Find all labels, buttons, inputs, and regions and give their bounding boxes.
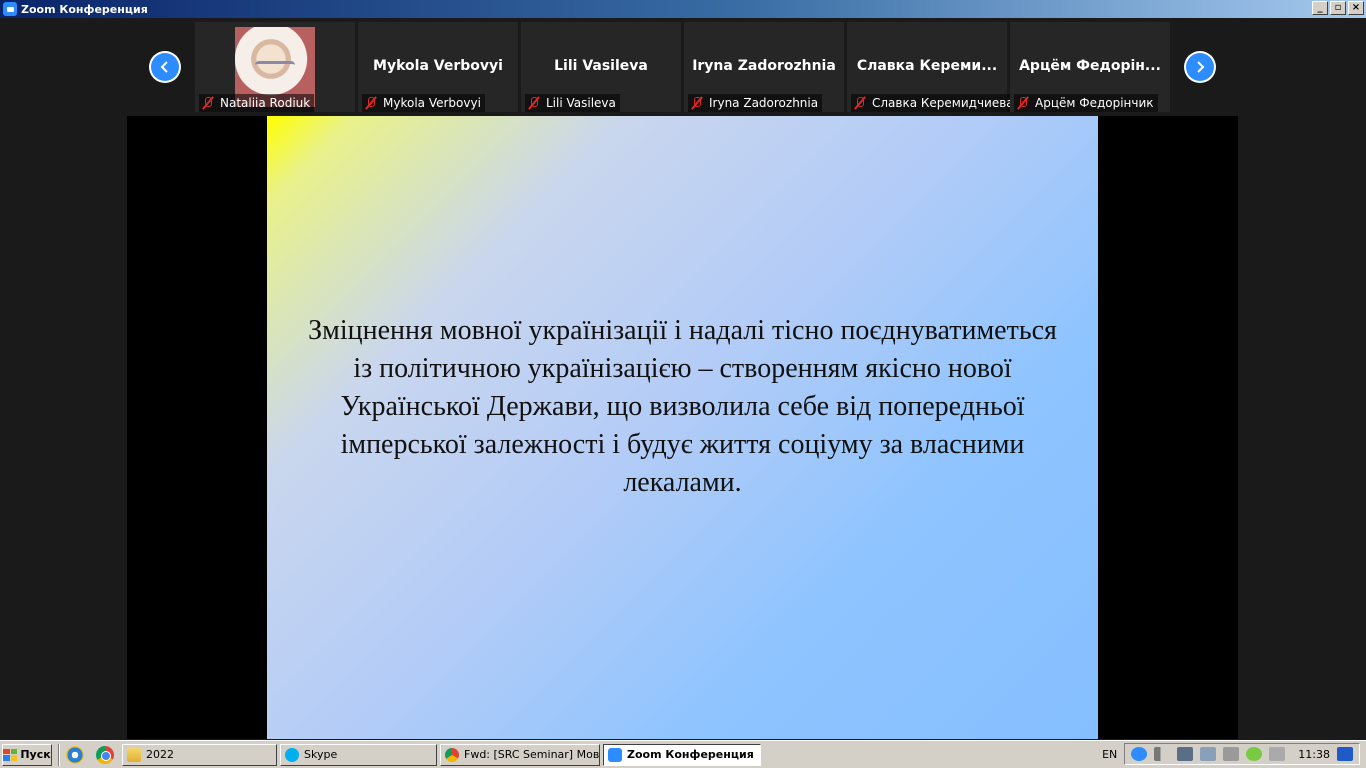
- window-controls: _ ▫ ×: [1312, 1, 1364, 15]
- participant-name: Iryna Zadorozhnia: [709, 96, 819, 110]
- participant-name-label: Славка Керемидчиева: [851, 94, 1018, 112]
- participant-tile[interactable]: Арцём Федорін... Арцём Федорінчик: [1010, 22, 1170, 112]
- participant-name: Mykola Verbovyi: [383, 96, 481, 110]
- internet-explorer-icon[interactable]: [66, 745, 84, 764]
- participant-name-label: Mykola Verbovyi: [362, 94, 485, 112]
- microphone-muted-icon: [364, 96, 378, 110]
- participant-display-name: Арцём Федорін...: [1019, 58, 1161, 74]
- taskbar-separator: [58, 743, 60, 766]
- next-participants-button[interactable]: [1184, 51, 1216, 83]
- clock: 11:38: [1298, 747, 1330, 761]
- participant-name: Арцём Федорінчик: [1035, 96, 1154, 110]
- microphone-muted-icon: [853, 96, 867, 110]
- folder-icon: [127, 747, 141, 762]
- monitor-icon[interactable]: [1177, 747, 1194, 761]
- close-button[interactable]: ×: [1348, 1, 1364, 15]
- shared-slide: Зміцнення мовної українізації і надалі т…: [267, 116, 1098, 739]
- participant-name-label: Nataliia Rodiuk: [199, 94, 315, 112]
- notification-area: 11:38: [1124, 743, 1360, 765]
- start-button[interactable]: Пуск: [2, 743, 52, 766]
- microphone-muted-icon: [1016, 96, 1030, 110]
- task-label: 2022: [146, 748, 174, 761]
- start-label: Пуск: [20, 748, 51, 761]
- screen-share-stage[interactable]: Зміцнення мовної українізації і надалі т…: [127, 116, 1238, 739]
- participant-tile[interactable]: Mykola Verbovyi Mykola Verbovyi: [358, 22, 518, 112]
- task-label: Skype: [304, 748, 338, 761]
- participant-display-name: Lili Vasileva: [554, 58, 648, 74]
- zoom-app-icon: [3, 2, 17, 16]
- task-label: Zoom Конференция: [627, 748, 754, 761]
- task-label: Fwd: [SRC Seminar] Мов...: [464, 748, 600, 761]
- volume-icon[interactable]: [1154, 747, 1171, 761]
- taskbar-item-zoom[interactable]: Zoom Конференция: [603, 743, 761, 766]
- minimize-button[interactable]: _: [1312, 1, 1328, 15]
- participant-display-name: Славка Кереми...: [856, 58, 998, 74]
- chevron-left-icon: [160, 61, 168, 73]
- usb-device-icon[interactable]: [1223, 747, 1240, 761]
- zoom-icon: [608, 747, 622, 762]
- participant-tile[interactable]: Iryna Zadorozhnia Iryna Zadorozhnia: [684, 22, 844, 112]
- system-tray: EN 11:38: [1096, 743, 1366, 765]
- window-title: Zoom Конференция: [21, 2, 148, 16]
- language-indicator[interactable]: EN: [1102, 748, 1117, 761]
- participant-strip: Nataliia Rodiuk Mykola Verbovyi Mykola V…: [0, 18, 1366, 116]
- speaker-icon[interactable]: [1269, 747, 1286, 761]
- chevron-right-icon: [1197, 61, 1205, 73]
- update-icon[interactable]: [1246, 747, 1263, 761]
- chrome-icon: [445, 747, 459, 762]
- microphone-muted-icon: [527, 96, 541, 110]
- participant-name-label: Арцём Федорінчик: [1014, 94, 1158, 112]
- zoom-tray-icon[interactable]: [1131, 747, 1148, 761]
- microphone-muted-icon: [690, 96, 704, 110]
- app-tray-icon[interactable]: [1337, 747, 1353, 761]
- slide-text: Зміцнення мовної українізації і надалі т…: [308, 315, 1057, 498]
- quick-launch: [66, 745, 114, 764]
- windows-logo-icon: [3, 748, 18, 761]
- previous-participants-button[interactable]: [149, 51, 181, 83]
- participant-name-label: Lili Vasileva: [525, 94, 620, 112]
- participant-tile[interactable]: Славка Кереми... Славка Керемидчиева: [847, 22, 1018, 112]
- meeting-area: Nataliia Rodiuk Mykola Verbovyi Mykola V…: [0, 18, 1366, 739]
- restore-button[interactable]: ▫: [1330, 1, 1346, 15]
- taskbar-item-skype[interactable]: Skype: [280, 743, 437, 766]
- network-icon[interactable]: [1200, 747, 1217, 761]
- taskbar-item-chrome[interactable]: Fwd: [SRC Seminar] Мов...: [440, 743, 600, 766]
- participant-display-name: Mykola Verbovyi: [373, 58, 503, 74]
- participant-name: Славка Керемидчиева: [872, 96, 1014, 110]
- window-titlebar[interactable]: Zoom Конференция _ ▫ ×: [0, 0, 1366, 18]
- participant-name-label: Iryna Zadorozhnia: [688, 94, 823, 112]
- participant-name: Lili Vasileva: [546, 96, 616, 110]
- taskbar: Пуск 2022 Skype Fwd: [SRC Seminar] Мов..…: [0, 740, 1366, 768]
- participant-tile[interactable]: Lili Vasileva Lili Vasileva: [521, 22, 681, 112]
- microphone-muted-icon: [201, 96, 215, 110]
- chrome-icon[interactable]: [96, 745, 114, 764]
- skype-icon: [285, 747, 299, 762]
- taskbar-item-folder[interactable]: 2022: [122, 743, 277, 766]
- participant-name: Nataliia Rodiuk: [220, 96, 311, 110]
- participant-display-name: Iryna Zadorozhnia: [692, 58, 836, 74]
- participant-tile[interactable]: Nataliia Rodiuk: [195, 22, 355, 112]
